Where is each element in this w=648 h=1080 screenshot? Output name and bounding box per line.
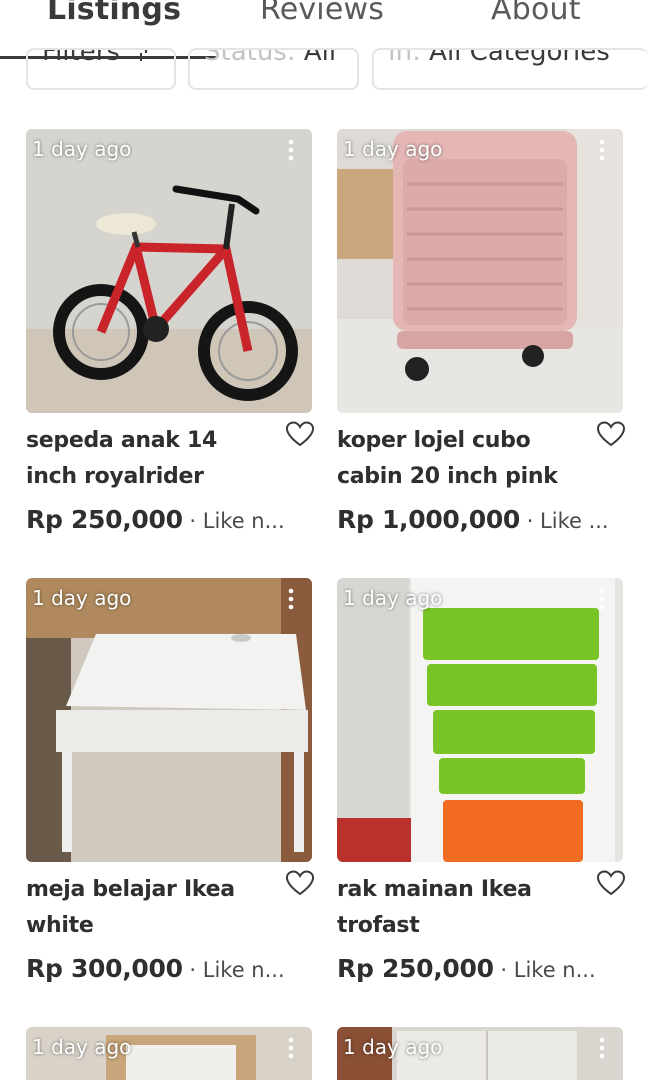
listing-photo[interactable]: 1 day ago [26, 578, 312, 862]
listing-condition: · Like n... [182, 509, 285, 533]
filter-bar: Filters Status: All In: All Categories [0, 40, 648, 92]
category-filter[interactable]: In: All Categories [372, 48, 648, 90]
listing-photo[interactable]: 1 day ago [337, 578, 623, 862]
listing-price: Rp 300,000 [26, 954, 183, 983]
shelf-photo [337, 578, 623, 862]
heart-icon[interactable] [285, 420, 315, 448]
listing-time: 1 day ago [32, 1035, 132, 1059]
heart-icon[interactable] [596, 420, 626, 448]
filter-sliders-icon [136, 50, 153, 61]
listing-price: Rp 250,000 [26, 505, 183, 534]
bicycle-photo [26, 129, 312, 413]
listing-photo[interactable]: 1 day ago [26, 1027, 312, 1080]
more-options-icon[interactable] [591, 138, 613, 162]
listing-condition: · Like n... [493, 958, 596, 982]
more-options-icon[interactable] [280, 1036, 302, 1060]
heart-icon[interactable] [596, 869, 626, 897]
listing-photo[interactable]: 1 day ago [337, 129, 623, 413]
filters-button[interactable]: Filters [26, 48, 176, 90]
listing-title[interactable]: sepeda anak 14 inch royalrider [26, 423, 270, 495]
listing-time: 1 day ago [343, 1035, 443, 1059]
filters-label: Filters [42, 48, 120, 67]
listing-time: 1 day ago [343, 137, 443, 161]
listing-time: 1 day ago [32, 137, 132, 161]
more-options-icon[interactable] [280, 587, 302, 611]
listing-price: Rp 250,000 [337, 954, 494, 983]
tab-about[interactable]: About [491, 0, 581, 27]
listing-photo[interactable]: 1 day ago [26, 129, 312, 413]
listing-condition: · Like n... [182, 958, 285, 982]
price-row: Rp 250,000 · Like n... [337, 954, 623, 983]
heart-icon[interactable] [285, 869, 315, 897]
more-options-icon[interactable] [591, 587, 613, 611]
suitcase-photo [337, 129, 623, 413]
status-prefix: Status: [204, 48, 296, 67]
listing-title[interactable]: meja belajar Ikea white [26, 872, 270, 944]
tab-reviews[interactable]: Reviews [260, 0, 384, 27]
desk-photo [26, 578, 312, 862]
listing-time: 1 day ago [343, 586, 443, 610]
price-row: Rp 1,000,000 · Like ... [337, 505, 623, 534]
more-options-icon[interactable] [591, 1036, 613, 1060]
price-row: Rp 300,000 · Like n... [26, 954, 312, 983]
listing-price: Rp 1,000,000 [337, 505, 521, 534]
status-filter[interactable]: Status: All [188, 48, 359, 90]
listing-time: 1 day ago [32, 586, 132, 610]
status-value: All [303, 48, 337, 67]
listing-photo[interactable]: 1 day ago [337, 1027, 623, 1080]
more-options-icon[interactable] [280, 138, 302, 162]
tab-listings[interactable]: Listings [47, 0, 181, 27]
price-row: Rp 250,000 · Like n... [26, 505, 312, 534]
listing-title[interactable]: rak mainan Ikea trofast [337, 872, 581, 944]
listing-condition: · Like ... [520, 509, 609, 533]
listing-title[interactable]: koper lojel cubo cabin 20 inch pink [337, 423, 581, 495]
category-prefix: In: [388, 48, 421, 67]
category-value: All Categories [429, 48, 610, 67]
